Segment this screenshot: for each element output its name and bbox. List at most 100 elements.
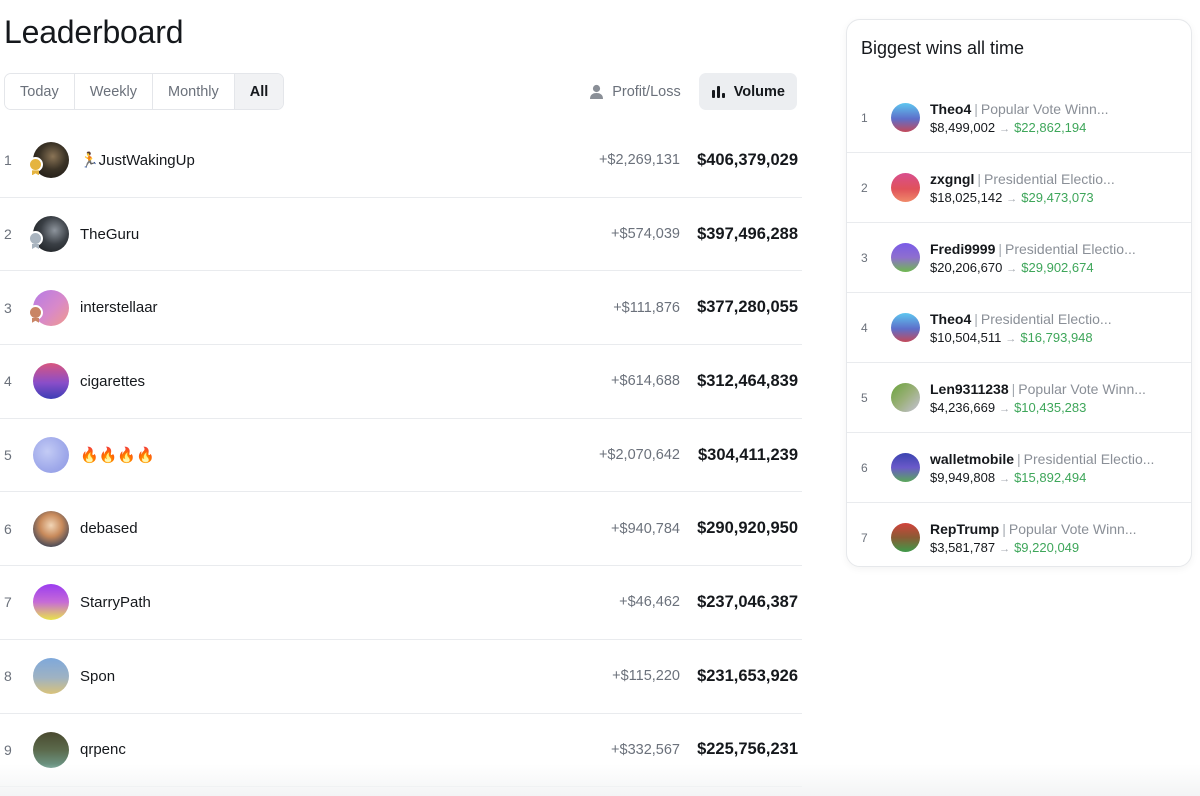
avatar-container [28, 216, 80, 253]
biggest-wins-card: Biggest wins all time 1 Theo4 | Popular Vot… [846, 19, 1192, 567]
win-details: Len9311238 | Popular Vote Winn... $4,236,66… [930, 381, 1191, 415]
trader-name[interactable]: 🔥🔥🔥🔥 [80, 446, 520, 464]
biggest-win-row[interactable]: 1 Theo4 | Popular Vote Winn... $8,499,002 → $2… [847, 83, 1191, 153]
avatar[interactable] [33, 584, 69, 621]
avatar[interactable] [891, 173, 920, 202]
win-username[interactable]: Theo4 [930, 101, 971, 117]
win-market[interactable]: Presidential Electio... [1024, 451, 1155, 467]
leaderboard-row[interactable]: 8 Spon +$115,220 $231,653,926 [0, 640, 802, 714]
biggest-win-row[interactable]: 2 zxgngl | Presidential Electio... $18,025,1… [847, 153, 1191, 223]
biggest-wins-list: 1 Theo4 | Popular Vote Winn... $8,499,002 → $2… [847, 83, 1191, 566]
tab-today[interactable]: Today [5, 74, 75, 109]
volume-label: Volume [733, 83, 785, 100]
biggest-win-row[interactable]: 7 RepTrump | Popular Vote Winn... $3,581,787… [847, 503, 1191, 566]
volume-button[interactable]: Volume [698, 73, 797, 110]
win-market[interactable]: Popular Vote Winn... [1018, 381, 1146, 397]
profit-loss-button[interactable]: Profit/Loss [577, 73, 693, 110]
trader-name[interactable]: 🏃JustWakingUp [80, 151, 520, 169]
win-rank-number: 2 [861, 180, 868, 195]
win-username[interactable]: walletmobile [930, 451, 1014, 467]
avatar[interactable] [891, 313, 920, 342]
avatar[interactable] [891, 383, 920, 412]
avatar[interactable] [891, 453, 920, 482]
rank-number: 8 [4, 668, 12, 685]
profit-loss-label: Profit/Loss [612, 83, 681, 100]
win-to-amount: $16,793,948 [1020, 329, 1093, 345]
trader-name[interactable]: qrpenc [80, 741, 520, 758]
avatar-container [28, 142, 80, 179]
trader-name[interactable]: interstellaar [80, 299, 520, 316]
arrow-right-icon: → [999, 472, 1011, 485]
arrow-right-icon: → [1005, 332, 1017, 345]
win-rank-number: 1 [861, 110, 868, 125]
trader-name[interactable]: debased [80, 520, 520, 537]
avatar[interactable] [891, 243, 920, 272]
time-range-tabs: Today Weekly Monthly All [4, 73, 285, 110]
avatar[interactable] [33, 437, 69, 474]
volume-value: $290,920,950 [697, 519, 798, 538]
avatar[interactable] [33, 658, 69, 695]
trader-name[interactable]: TheGuru [80, 226, 520, 243]
leaderboard-row[interactable]: 7 StarryPath +$46,462 $237,046,387 [0, 566, 802, 640]
biggest-win-row[interactable]: 4 Theo4 | Presidential Electio... $10,504,51… [847, 293, 1191, 363]
win-rank-number: 6 [861, 460, 868, 475]
user-icon [589, 84, 604, 100]
tab-monthly[interactable]: Monthly [152, 74, 235, 109]
win-details: Fredi9999 | Presidential Electio... $20,206… [930, 241, 1191, 275]
win-username[interactable]: zxgngl [930, 171, 974, 187]
win-market[interactable]: Presidential Electio... [981, 311, 1112, 327]
win-username[interactable]: Len9311238 [930, 381, 1009, 397]
win-market[interactable]: Presidential Electio... [984, 171, 1115, 187]
trader-name[interactable]: cigarettes [80, 373, 520, 390]
trader-name[interactable]: StarryPath [80, 594, 520, 611]
profit-loss-value: +$332,567 [611, 741, 680, 758]
win-rank-number: 3 [861, 250, 868, 265]
win-market[interactable]: Presidential Electio... [1005, 241, 1136, 257]
win-market[interactable]: Popular Vote Winn... [981, 101, 1109, 117]
leaderboard-row[interactable]: 1 🏃JustWakingUp +$2,269,131 $406,379,029 [0, 124, 802, 198]
avatar[interactable] [33, 731, 69, 768]
volume-value: $377,280,055 [697, 298, 798, 317]
win-from-amount: $18,025,142 [930, 189, 1003, 205]
avatar[interactable] [33, 510, 69, 547]
medal-icon [28, 304, 43, 320]
win-to-amount: $10,435,283 [1014, 399, 1087, 415]
leaderboard-row[interactable]: 5 🔥🔥🔥🔥 +$2,070,642 $304,411,239 [0, 419, 802, 493]
win-details: Theo4 | Presidential Electio... $10,504,511… [930, 311, 1191, 345]
win-to-amount: $9,220,049 [1014, 539, 1080, 555]
trader-name[interactable]: Spon [80, 668, 520, 685]
leaderboard-row[interactable]: 6 debased +$940,784 $290,920,950 [0, 492, 802, 567]
win-rank-number: 7 [861, 530, 868, 545]
win-username[interactable]: Fredi9999 [930, 241, 995, 257]
leaderboard-row[interactable]: 2 TheGuru +$574,039 $397,496,288 [0, 198, 802, 272]
win-details: RepTrump | Popular Vote Winn... $3,581,787 →… [930, 521, 1191, 555]
biggest-win-row[interactable]: 3 Fredi9999 | Presidential Electio... $20,20… [847, 223, 1191, 293]
avatar-container [33, 584, 80, 621]
rank-number: 6 [4, 520, 12, 537]
separator: | [1002, 520, 1006, 537]
volume-value: $304,411,239 [697, 445, 798, 464]
tab-all[interactable]: All [234, 74, 284, 109]
bar-chart-icon [711, 84, 726, 99]
profit-loss-value: +$940,784 [611, 520, 680, 537]
arrow-right-icon: → [999, 542, 1011, 555]
profit-loss-value: +$111,876 [613, 299, 680, 316]
avatar[interactable] [33, 363, 69, 400]
win-username[interactable]: Theo4 [930, 311, 971, 327]
biggest-win-row[interactable]: 5 Len9311238 | Popular Vote Winn... $4,236,6… [847, 363, 1191, 433]
win-from-amount: $20,206,670 [930, 259, 1003, 275]
avatar-container [28, 289, 80, 326]
win-to-amount: $29,473,073 [1021, 189, 1094, 205]
avatar[interactable] [891, 103, 920, 132]
win-to-amount: $22,862,194 [1014, 119, 1087, 135]
avatar[interactable] [891, 523, 920, 552]
win-username[interactable]: RepTrump [930, 521, 999, 537]
volume-value: $312,464,839 [697, 371, 798, 390]
tab-weekly[interactable]: Weekly [74, 74, 153, 109]
leaderboard-row[interactable]: 3 interstellaar +$111,876 $377,280,055 [0, 271, 802, 346]
biggest-win-row[interactable]: 6 walletmobile | Presidential Electio... $9,… [847, 433, 1191, 503]
win-market[interactable]: Popular Vote Winn... [1009, 521, 1137, 537]
win-details: zxgngl | Presidential Electio... $18,025,14… [930, 171, 1191, 205]
volume-value: $237,046,387 [697, 592, 798, 611]
leaderboard-row[interactable]: 4 cigarettes +$614,688 $312,464,839 [0, 345, 802, 419]
